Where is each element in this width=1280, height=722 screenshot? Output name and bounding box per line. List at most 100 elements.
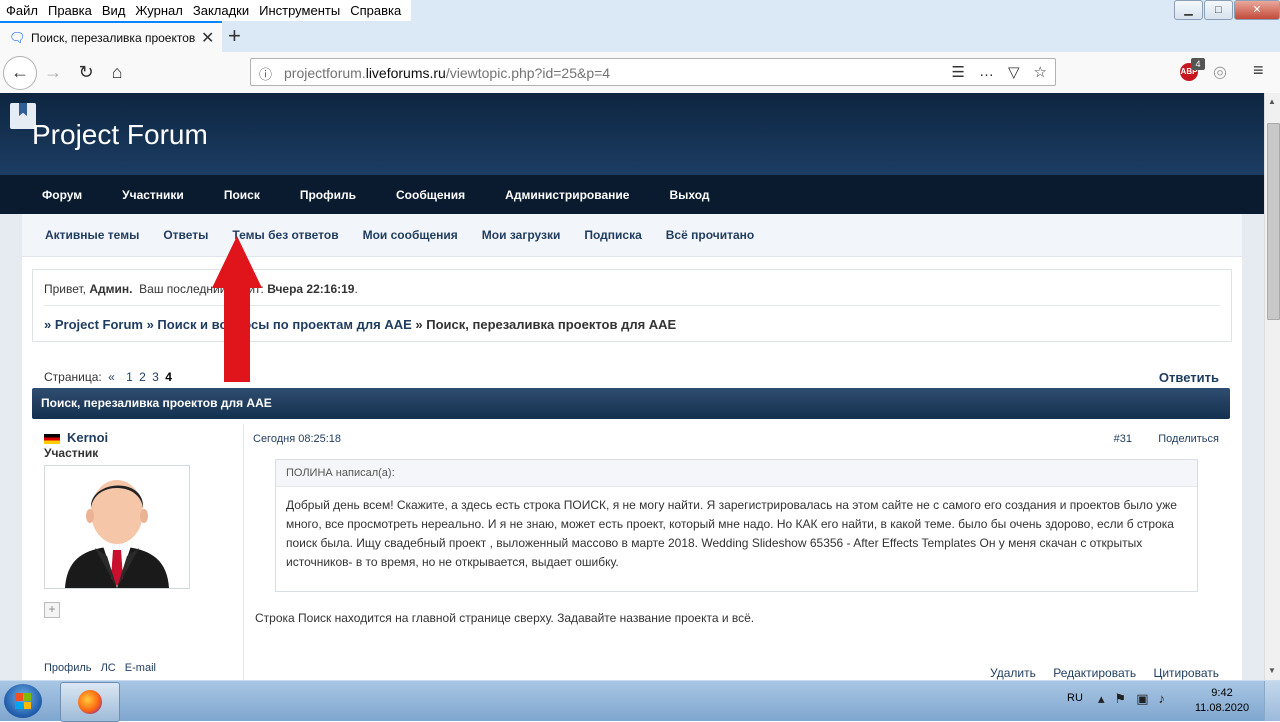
page-prev[interactable]: « — [108, 370, 115, 384]
author-rank: Участник — [44, 446, 99, 460]
start-button[interactable] — [4, 684, 42, 718]
avatar — [44, 465, 190, 589]
expand-plus-button[interactable]: + — [44, 602, 60, 618]
quote-text: Добрый день всем! Скажите, а здесь есть … — [286, 498, 1177, 569]
page-link-3[interactable]: 3 — [152, 370, 159, 384]
reader-view-icon[interactable]: ☰ — [952, 63, 965, 81]
quote-header: ПОЛИНА написал(а): — [276, 460, 1197, 487]
nav-search[interactable]: Поиск — [224, 188, 260, 202]
subnav-subscriptions[interactable]: Подписка — [584, 228, 641, 242]
delete-link[interactable]: Удалить — [990, 666, 1036, 680]
network-icon[interactable]: ▣ — [1136, 691, 1148, 707]
browser-tab[interactable]: 🗨 Поиск, перезаливка проектов ✕ — [0, 21, 222, 52]
nav-forum[interactable]: Форум — [42, 188, 82, 202]
menu-edit[interactable]: Правка — [48, 3, 92, 18]
forum-content: Активные темы Ответы Темы без ответов Мо… — [22, 214, 1242, 680]
author-profile-link[interactable]: Профиль — [44, 662, 92, 674]
share-link[interactable]: Поделиться — [1158, 433, 1219, 445]
clock-date: 11.08.2020 — [1194, 702, 1250, 714]
more-actions-icon[interactable]: … — [979, 63, 994, 81]
post-actions: Удалить Редактировать Цитировать — [976, 666, 1219, 680]
flag-alert-icon[interactable]: ⚑ — [1115, 691, 1127, 707]
url-text: projectforum.liveforums.ru/viewtopic.php… — [284, 65, 611, 81]
subnav-my-posts[interactable]: Мои сообщения — [363, 228, 458, 242]
topic-title-bar: Поиск, перезаливка проектов для AAE — [32, 388, 1230, 419]
scroll-down-icon[interactable]: ▼ — [1268, 666, 1276, 675]
system-tray: ▴ ⚑ ▣ ♪ — [1098, 691, 1165, 707]
menu-help[interactable]: Справка — [350, 3, 401, 18]
red-arrow-annotation — [212, 236, 262, 382]
post-date[interactable]: Сегодня 08:25:18 — [253, 433, 341, 445]
forum-header: Project Forum — [0, 93, 1264, 175]
forward-arrow-icon[interactable]: → — [38, 58, 68, 86]
post: Kernoi Участник + Профиль ЛС E-mail Сего… — [22, 424, 1242, 680]
navigation-bar: ← → ↻ ⌂ ⓘ projectforum.liveforums.ru/vie… — [0, 52, 1280, 94]
author-email-link[interactable]: E-mail — [125, 662, 156, 674]
maximize-button[interactable]: □ — [1204, 0, 1233, 20]
edit-link[interactable]: Редактировать — [1053, 666, 1136, 680]
scrollbar[interactable]: ▲ ▼ — [1264, 93, 1280, 680]
info-icon[interactable]: ⓘ — [259, 64, 272, 83]
nav-logout[interactable]: Выход — [669, 188, 709, 202]
scroll-thumb[interactable] — [1267, 123, 1280, 320]
nav-profile[interactable]: Профиль — [300, 188, 356, 202]
pocket-icon[interactable]: ▽ — [1008, 63, 1020, 81]
minimize-button[interactable]: ▁ — [1174, 0, 1203, 20]
clock-time: 9:42 — [1211, 687, 1233, 699]
close-tab-icon[interactable]: ✕ — [201, 28, 214, 48]
menu-tools[interactable]: Инструменты — [259, 3, 340, 18]
author-pm-link[interactable]: ЛС — [101, 662, 116, 674]
subnav-active-topics[interactable]: Активные темы — [45, 228, 139, 242]
scroll-up-icon[interactable]: ▲ — [1268, 97, 1276, 106]
show-desktop-button[interactable] — [1264, 681, 1280, 721]
main-nav: Форум Участники Поиск Профиль Сообщения … — [0, 175, 1264, 214]
taskbar-firefox-button[interactable] — [60, 682, 120, 722]
breadcrumb-current: » Поиск, перезаливка проектов для AAE — [415, 317, 677, 332]
globe-icon[interactable]: ◎ — [1213, 62, 1227, 82]
welcome-username: Админ. — [89, 282, 133, 296]
breadcrumb-section[interactable]: » Поиск и вопросы по проектам для AAE — [147, 317, 412, 332]
post-author[interactable]: Kernoi — [67, 430, 108, 445]
menu-bar: Файл Правка Вид Журнал Закладки Инструме… — [0, 0, 1280, 21]
quote-link[interactable]: Цитировать — [1153, 666, 1219, 680]
subnav-replies[interactable]: Ответы — [163, 228, 208, 242]
welcome-line: Привет, Админ. Ваш последний визит: Вчер… — [44, 282, 358, 296]
page-link-1[interactable]: 1 — [126, 370, 133, 384]
page-current: 4 — [165, 370, 172, 384]
tab-strip: 🗨 Поиск, перезаливка проектов ✕ + — [0, 21, 1280, 53]
menu-history[interactable]: Журнал — [135, 3, 182, 18]
breadcrumb-home[interactable]: » Project Forum — [44, 317, 143, 332]
page-link-2[interactable]: 2 — [139, 370, 146, 384]
home-icon[interactable]: ⌂ — [102, 58, 132, 86]
address-bar[interactable]: ⓘ projectforum.liveforums.ru/viewtopic.p… — [250, 58, 1056, 86]
clock[interactable]: 9:42 11.08.2020 — [1192, 686, 1252, 716]
tray-expand-icon[interactable]: ▴ — [1098, 691, 1105, 707]
tab-title: Поиск, перезаливка проектов — [31, 30, 196, 45]
page-viewport: Project Forum Форум Участники Поиск Проф… — [0, 93, 1264, 680]
menu-view[interactable]: Вид — [102, 3, 126, 18]
reload-icon[interactable]: ↻ — [71, 58, 101, 86]
subnav-mark-read[interactable]: Всё прочитано — [666, 228, 754, 242]
menu-file[interactable]: Файл — [6, 3, 38, 18]
post-number[interactable]: #31 — [1114, 433, 1132, 445]
menu-bookmarks[interactable]: Закладки — [193, 3, 249, 18]
breadcrumb: » Project Forum » Поиск и вопросы по про… — [44, 317, 676, 332]
reply-link[interactable]: Ответить — [1159, 370, 1219, 385]
close-window-button[interactable]: ✕ — [1234, 0, 1280, 20]
nav-members[interactable]: Участники — [122, 188, 184, 202]
taskbar: RU ▴ ⚑ ▣ ♪ 9:42 11.08.2020 — [0, 680, 1280, 722]
businessman-avatar-icon — [65, 480, 169, 588]
new-tab-icon[interactable]: + — [228, 23, 241, 49]
volume-icon[interactable]: ♪ — [1158, 691, 1165, 707]
nav-messages[interactable]: Сообщения — [396, 188, 465, 202]
nav-admin[interactable]: Администрирование — [505, 188, 629, 202]
site-title[interactable]: Project Forum — [32, 119, 208, 151]
subnav-my-uploads[interactable]: Мои загрузки — [482, 228, 561, 242]
windows-logo-icon — [15, 693, 31, 709]
hamburger-menu-icon[interactable]: ≡ — [1253, 60, 1264, 81]
language-indicator[interactable]: RU — [1067, 692, 1083, 704]
back-arrow-icon[interactable]: ← — [3, 56, 37, 90]
post-author-panel: Kernoi Участник + Профиль ЛС E-mail — [32, 424, 244, 680]
chat-bubble-icon: 🗨 — [9, 29, 26, 45]
bookmark-star-icon[interactable]: ☆ — [1034, 63, 1047, 81]
